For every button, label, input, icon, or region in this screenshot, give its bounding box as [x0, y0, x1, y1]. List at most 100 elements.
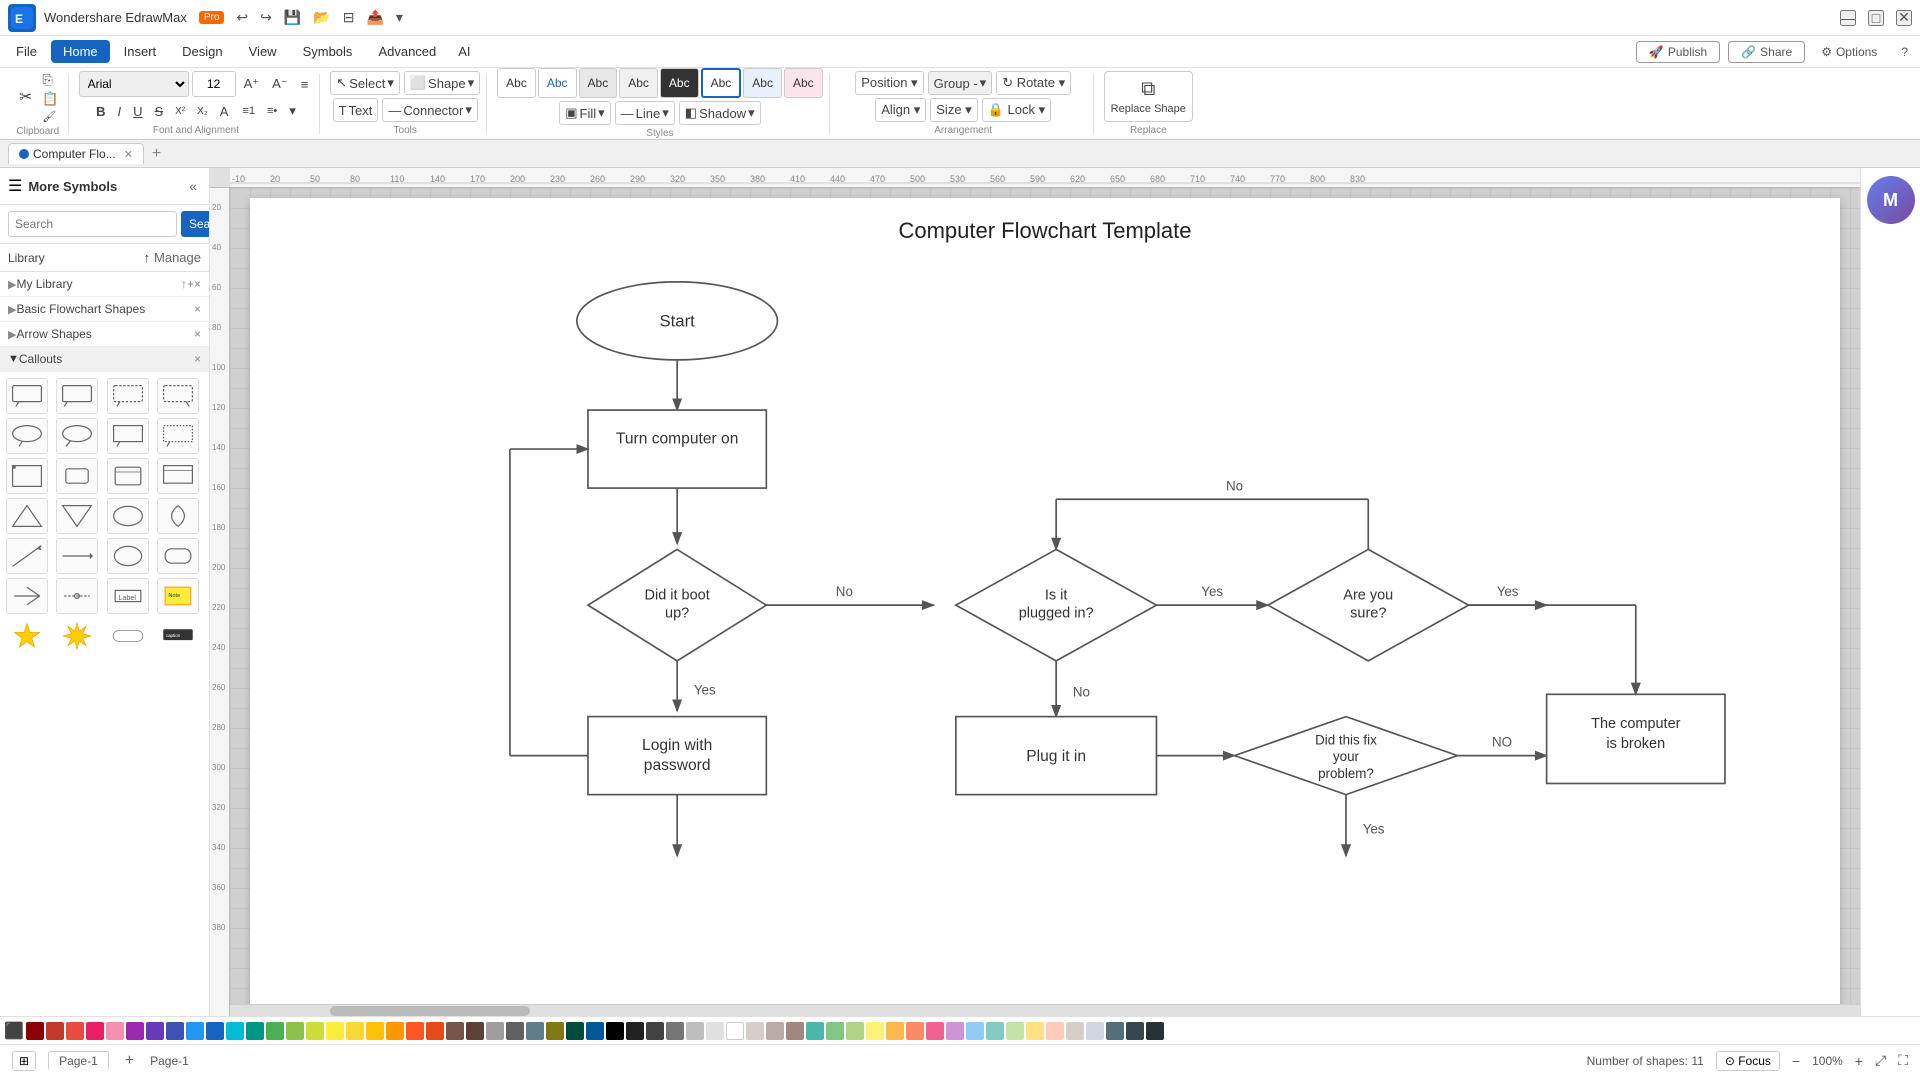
color-extra-13[interactable]	[1046, 1022, 1064, 1040]
rotate-button[interactable]: ↻ Rotate ▾	[996, 71, 1071, 95]
subscript-button[interactable]: X₂	[192, 103, 213, 120]
style-5-button[interactable]: Abc	[660, 68, 699, 98]
color-extra-8[interactable]	[946, 1022, 964, 1040]
line-button[interactable]: — Line ▾	[615, 101, 675, 125]
shape-callout-9[interactable]	[6, 458, 48, 494]
minimize-button[interactable]: —	[1840, 10, 1856, 26]
numbering-button[interactable]: ≡1	[237, 102, 260, 120]
canvas-content[interactable]: Computer Flowchart Template Start	[230, 188, 1860, 1016]
color-extra-14[interactable]	[1066, 1022, 1084, 1040]
color-orange-1[interactable]	[386, 1022, 404, 1040]
cut-button[interactable]: ✂	[14, 71, 37, 124]
color-extra-18[interactable]	[1146, 1022, 1164, 1040]
replace-shape-button[interactable]: ⧉ Replace Shape	[1104, 71, 1193, 122]
search-input[interactable]	[8, 211, 177, 237]
shape-line-2[interactable]	[56, 538, 98, 574]
layout-button[interactable]: ⊟	[339, 7, 359, 28]
position-button[interactable]: Position ▾	[855, 71, 923, 95]
color-medium-gray[interactable]	[666, 1022, 684, 1040]
font-increase-button[interactable]: A⁺	[239, 73, 265, 95]
color-extra-11[interactable]	[1006, 1022, 1024, 1040]
fullscreen-button[interactable]: ⛶	[1898, 1052, 1908, 1069]
close-library-button[interactable]: ×	[194, 277, 201, 291]
menu-symbols[interactable]: Symbols	[291, 40, 365, 63]
color-light-gray-2[interactable]	[706, 1022, 724, 1040]
text-button[interactable]: T Text	[333, 98, 379, 122]
color-yellow-1[interactable]	[326, 1022, 344, 1040]
basic-flowchart-section[interactable]: ▶ Basic Flowchart Shapes ×	[0, 297, 209, 322]
color-green-2[interactable]	[286, 1022, 304, 1040]
align-button[interactable]: Align ▾	[875, 98, 926, 122]
color-pink-2[interactable]	[106, 1022, 124, 1040]
undo-button[interactable]: ↩	[232, 7, 252, 28]
shape-callout-6[interactable]	[56, 418, 98, 454]
color-extra-16[interactable]	[1106, 1022, 1124, 1040]
shape-callout-15[interactable]	[107, 498, 149, 534]
export-button[interactable]: 📤	[362, 7, 387, 28]
shape-callout-5[interactable]	[6, 418, 48, 454]
italic-button[interactable]: I	[112, 101, 126, 122]
color-brown-2[interactable]	[466, 1022, 484, 1040]
shape-starburst[interactable]	[56, 618, 98, 654]
color-gray-2[interactable]	[506, 1022, 524, 1040]
publish-button[interactable]: 🚀 Publish	[1636, 41, 1720, 63]
maximize-button[interactable]: □	[1868, 10, 1884, 26]
select-button[interactable]: ↖ Select ▾	[330, 71, 400, 95]
color-red-2[interactable]	[66, 1022, 84, 1040]
color-extra-5[interactable]	[886, 1022, 904, 1040]
lock-button[interactable]: 🔒 Lock ▾	[982, 98, 1051, 122]
paste-button[interactable]: 📋	[39, 90, 61, 108]
color-deep-orange[interactable]	[426, 1022, 444, 1040]
shape-callout-3[interactable]	[107, 378, 149, 414]
style-8-button[interactable]: Abc	[784, 68, 823, 98]
turn-on-node[interactable]	[588, 410, 766, 488]
shape-callout-8[interactable]	[157, 418, 199, 454]
style-4-button[interactable]: Abc	[619, 68, 658, 98]
shape-callout-7[interactable]	[107, 418, 149, 454]
horizontal-scrollbar[interactable]	[230, 1004, 1860, 1016]
close-tab-button[interactable]: ✕	[124, 148, 133, 161]
menu-file[interactable]: File	[4, 40, 49, 63]
color-navy[interactable]	[586, 1022, 604, 1040]
more-button[interactable]: ▾	[392, 7, 407, 28]
color-green-1[interactable]	[266, 1022, 284, 1040]
page-tab[interactable]: Page-1	[48, 1051, 109, 1070]
color-dark-red[interactable]	[26, 1022, 44, 1040]
avatar-button[interactable]: M	[1867, 176, 1915, 224]
color-sand[interactable]	[786, 1022, 804, 1040]
manage-button[interactable]: Manage	[154, 250, 201, 265]
color-extra-17[interactable]	[1126, 1022, 1144, 1040]
color-extra-6[interactable]	[906, 1022, 924, 1040]
ai-button[interactable]: AI	[450, 40, 478, 63]
color-stroke-indicator[interactable]: ⬛	[4, 1021, 24, 1041]
color-extra-10[interactable]	[986, 1022, 1004, 1040]
bold-button[interactable]: B	[91, 101, 110, 122]
close-basic-flowchart-button[interactable]: ×	[194, 302, 201, 316]
font-color-button[interactable]: A	[215, 101, 236, 122]
add-tab-button[interactable]: +	[148, 145, 165, 163]
color-pink-1[interactable]	[86, 1022, 104, 1040]
shape-star-yellow[interactable]	[6, 618, 48, 654]
size-button[interactable]: Size ▾	[930, 98, 977, 122]
text-align-button[interactable]: ≡	[296, 74, 314, 95]
shape-button[interactable]: ⬜ Shape ▾	[404, 71, 480, 95]
shadow-button[interactable]: ◧ Shadow ▾	[679, 101, 761, 125]
zoom-out-button[interactable]: −	[1792, 1053, 1800, 1069]
shape-line-1[interactable]	[6, 538, 48, 574]
color-purple-2[interactable]	[146, 1022, 164, 1040]
shape-rounded-rect[interactable]	[107, 618, 149, 654]
menu-advanced[interactable]: Advanced	[366, 40, 448, 63]
underline-button[interactable]: U	[128, 101, 147, 122]
superscript-button[interactable]: X²	[170, 103, 190, 120]
shape-callout-14[interactable]	[56, 498, 98, 534]
share-button[interactable]: 🔗 Share	[1728, 41, 1805, 63]
style-7-button[interactable]: Abc	[743, 68, 782, 98]
redo-button[interactable]: ↪	[256, 7, 276, 28]
shape-callout-1[interactable]	[6, 378, 48, 414]
canvas-paper[interactable]: Computer Flowchart Template Start	[250, 198, 1840, 1016]
close-callouts-button[interactable]: ×	[194, 352, 201, 366]
zoom-in-button[interactable]: +	[1855, 1053, 1863, 1069]
bullet-button[interactable]: ≡•	[262, 102, 282, 120]
color-tan[interactable]	[746, 1022, 764, 1040]
menu-insert[interactable]: Insert	[112, 40, 169, 63]
